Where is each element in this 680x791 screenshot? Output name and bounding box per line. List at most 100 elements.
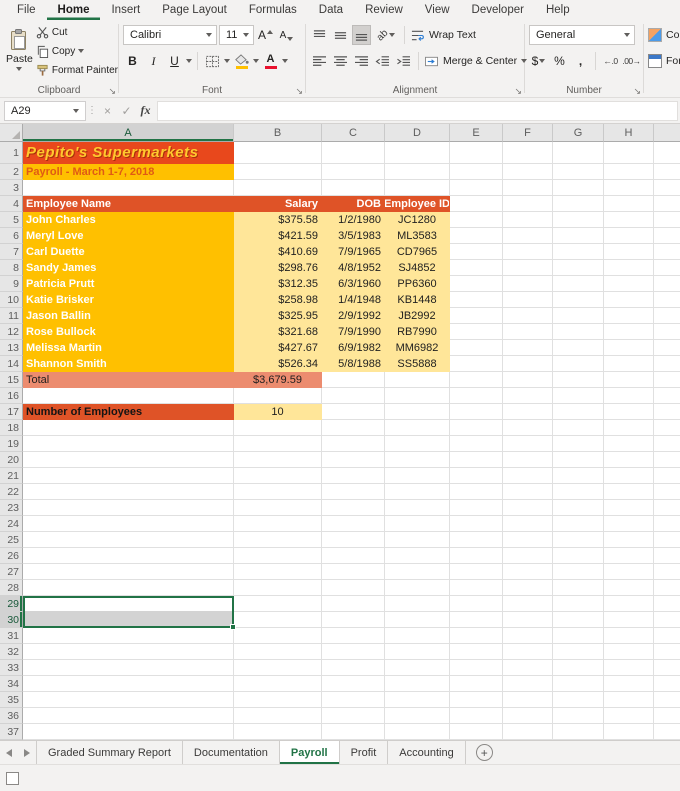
cell-b11[interactable]: $325.95 — [234, 308, 322, 324]
row-header-4[interactable]: 4 — [0, 196, 23, 212]
cell-a34[interactable] — [23, 676, 234, 692]
cell-b24[interactable] — [234, 516, 322, 532]
increase-indent-button[interactable] — [394, 51, 413, 71]
cell-e23[interactable] — [450, 500, 503, 516]
column-header-f[interactable]: F — [503, 124, 553, 142]
cell-a28[interactable] — [23, 580, 234, 596]
underline-button[interactable]: U — [165, 51, 184, 71]
ribbon-tab-home[interactable]: Home — [47, 0, 101, 20]
cell-d21[interactable] — [385, 468, 450, 484]
cell-g30[interactable] — [553, 612, 604, 628]
cell-d23[interactable] — [385, 500, 450, 516]
cell-g37[interactable] — [553, 724, 604, 740]
align-right-button[interactable] — [352, 51, 371, 71]
cell-e2[interactable] — [450, 164, 503, 180]
cell-h12[interactable] — [604, 324, 654, 340]
cell-g7[interactable] — [553, 244, 604, 260]
ribbon-tab-page-layout[interactable]: Page Layout — [151, 0, 238, 20]
fill-color-dropdown-icon[interactable] — [253, 59, 259, 63]
cell-d14[interactable]: SS5888 — [385, 356, 450, 372]
cell-a12[interactable]: Rose Bullock — [23, 324, 234, 340]
cell-g14[interactable] — [553, 356, 604, 372]
cell-e16[interactable] — [450, 388, 503, 404]
row-header-22[interactable]: 22 — [0, 484, 23, 500]
increase-decimal-button[interactable]: ←.0 — [601, 51, 620, 71]
row-header-32[interactable]: 32 — [0, 644, 23, 660]
cell-h4[interactable] — [604, 196, 654, 212]
cell-b28[interactable] — [234, 580, 322, 596]
cell-f31[interactable] — [503, 628, 553, 644]
format-painter-button[interactable]: Format Painter — [36, 61, 118, 79]
row-header-21[interactable]: 21 — [0, 468, 23, 484]
status-icon[interactable] — [6, 771, 19, 785]
cell-g18[interactable] — [553, 420, 604, 436]
cell-f6[interactable] — [503, 228, 553, 244]
cell-c14[interactable]: 5/8/1988 — [322, 356, 385, 372]
cell-f19[interactable] — [503, 436, 553, 452]
cell-d2[interactable] — [385, 164, 450, 180]
cell-d30[interactable] — [385, 612, 450, 628]
cell-c24[interactable] — [322, 516, 385, 532]
cell-b12[interactable]: $321.68 — [234, 324, 322, 340]
row-header-35[interactable]: 35 — [0, 692, 23, 708]
column-header-b[interactable]: B — [234, 124, 322, 142]
row-header-37[interactable]: 37 — [0, 724, 23, 740]
cell-h33[interactable] — [604, 660, 654, 676]
cell-e21[interactable] — [450, 468, 503, 484]
insert-function-button[interactable]: fx — [136, 101, 155, 121]
cell-f5[interactable] — [503, 212, 553, 228]
cell-h14[interactable] — [604, 356, 654, 372]
percent-style-button[interactable]: % — [550, 51, 569, 71]
cell-b6[interactable]: $421.59 — [234, 228, 322, 244]
cell-overflow-16[interactable] — [654, 388, 680, 404]
cell-a31[interactable] — [23, 628, 234, 644]
cell-f25[interactable] — [503, 532, 553, 548]
cell-h8[interactable] — [604, 260, 654, 276]
cell-e6[interactable] — [450, 228, 503, 244]
cell-f29[interactable] — [503, 596, 553, 612]
cell-overflow-18[interactable] — [654, 420, 680, 436]
cell-overflow-14[interactable] — [654, 356, 680, 372]
cell-f18[interactable] — [503, 420, 553, 436]
cell-f32[interactable] — [503, 644, 553, 660]
cell-b26[interactable] — [234, 548, 322, 564]
cell-b19[interactable] — [234, 436, 322, 452]
cell-c36[interactable] — [322, 708, 385, 724]
sheet-tab-documentation[interactable]: Documentation — [183, 741, 280, 764]
cell-a9[interactable]: Patricia Prutt — [23, 276, 234, 292]
row-header-16[interactable]: 16 — [0, 388, 23, 404]
cell-h23[interactable] — [604, 500, 654, 516]
column-header-g[interactable]: G — [553, 124, 604, 142]
cell-e24[interactable] — [450, 516, 503, 532]
cell-overflow-19[interactable] — [654, 436, 680, 452]
cell-g15[interactable] — [553, 372, 604, 388]
font-name-select[interactable]: Calibri — [123, 25, 217, 45]
row-header-9[interactable]: 9 — [0, 276, 23, 292]
cell-c19[interactable] — [322, 436, 385, 452]
cell-a15[interactable]: Total — [23, 372, 234, 388]
cell-d28[interactable] — [385, 580, 450, 596]
cell-b8[interactable]: $298.76 — [234, 260, 322, 276]
cell-overflow-35[interactable] — [654, 692, 680, 708]
cell-e29[interactable] — [450, 596, 503, 612]
row-header-34[interactable]: 34 — [0, 676, 23, 692]
cell-b10[interactable]: $258.98 — [234, 292, 322, 308]
cell-f15[interactable] — [503, 372, 553, 388]
cell-d34[interactable] — [385, 676, 450, 692]
cell-b7[interactable]: $410.69 — [234, 244, 322, 260]
orientation-button[interactable]: ab — [373, 25, 399, 45]
row-header-1[interactable]: 1 — [0, 142, 23, 164]
cell-g13[interactable] — [553, 340, 604, 356]
font-color-dropdown-icon[interactable] — [282, 59, 288, 63]
cell-g9[interactable] — [553, 276, 604, 292]
cell-overflow-20[interactable] — [654, 452, 680, 468]
fill-color-button[interactable] — [232, 51, 251, 71]
cell-a25[interactable] — [23, 532, 234, 548]
cell-c3[interactable] — [322, 180, 385, 196]
cell-a37[interactable] — [23, 724, 234, 740]
ribbon-tab-view[interactable]: View — [414, 0, 461, 20]
cell-overflow-15[interactable] — [654, 372, 680, 388]
cell-overflow-9[interactable] — [654, 276, 680, 292]
cell-g1[interactable] — [553, 142, 604, 164]
cell-c1[interactable] — [322, 142, 385, 164]
